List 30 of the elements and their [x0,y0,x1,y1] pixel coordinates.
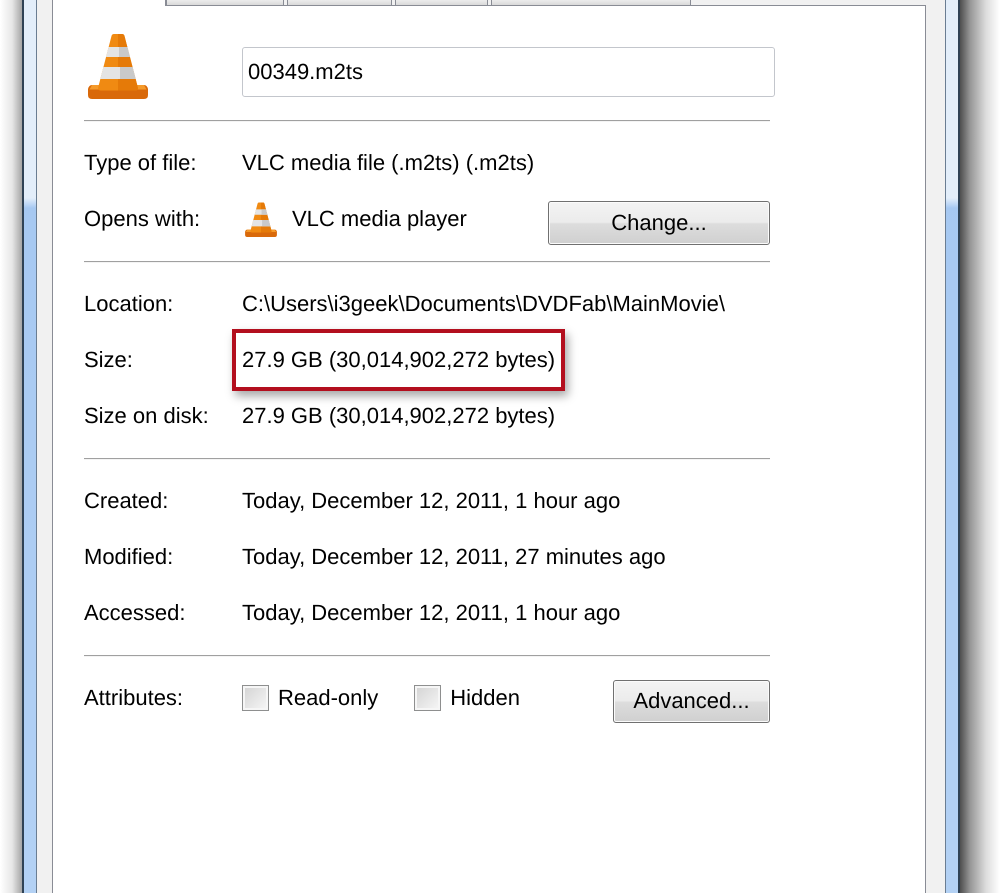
field-label: Type of file: [84,149,198,177]
file-name-field[interactable]: 00349.m2ts [242,47,775,97]
field-value: 27.9 GB (30,014,902,272 bytes) [242,346,556,374]
field-value: VLC media file (.m2ts) (.m2ts) [242,149,534,177]
field-label: Modified: [84,543,174,571]
traffic-cone-icon [88,33,148,99]
tab[interactable] [395,0,488,5]
tab[interactable] [166,0,284,5]
field-label: Opens with: [84,205,202,233]
checkbox-label[interactable]: Hidden [450,684,520,712]
change-button[interactable]: Change... [548,201,770,245]
checkbox-label[interactable]: Read-only [278,684,378,712]
field-label: Size: [84,346,134,374]
checkbox[interactable] [414,685,442,711]
field-value: C:\Users\i3geek\Documents\DVDFab\MainMovie\ [242,290,725,318]
field-label: Created: [84,487,170,515]
tab[interactable] [287,0,392,5]
field-label: Size on disk: [84,402,210,430]
checkbox[interactable] [242,685,269,711]
traffic-cone-icon [245,202,277,236]
field-value: Today, December 12, 2011, 1 hour ago [242,487,620,515]
field-label: Location: [84,290,174,318]
field-label: Attributes: [84,684,184,712]
field-value: 27.9 GB (30,014,902,272 bytes) [242,402,556,430]
field-label: Accessed: [84,599,186,627]
tab[interactable] [491,0,691,5]
field-value: Today, December 12, 2011, 27 minutes ago [242,543,666,571]
app-name: VLC media player [292,205,467,233]
field-value: Today, December 12, 2011, 1 hour ago [242,599,620,627]
advanced-button[interactable]: Advanced... [613,680,770,722]
